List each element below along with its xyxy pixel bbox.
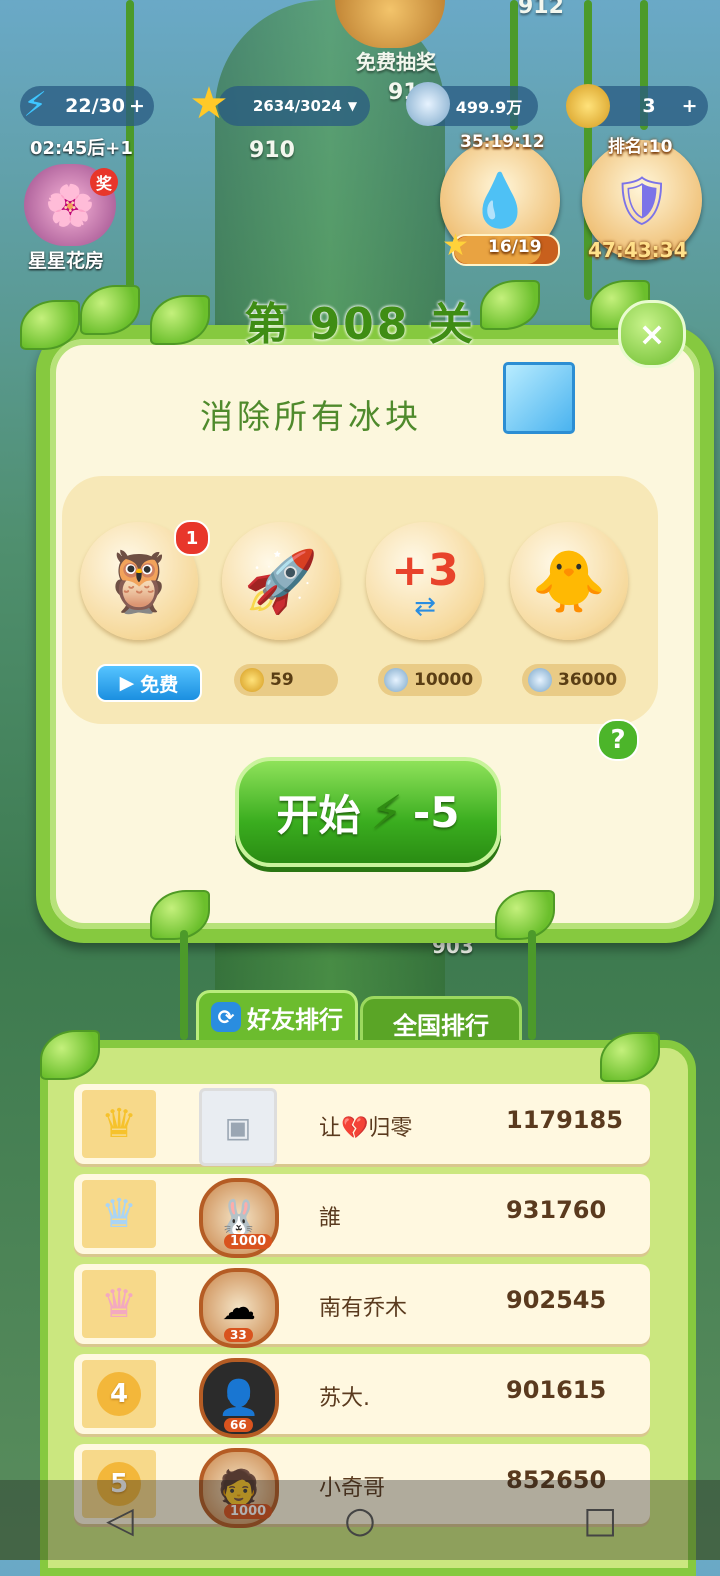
ranking-row[interactable]: ♛ ☁ 33 南有乔木 902545 — [74, 1264, 650, 1348]
plus-icon: + — [681, 95, 698, 117]
start-label: 开始 — [276, 790, 361, 840]
hanging-vine — [528, 930, 536, 1040]
system-nav-bar: ◁ ○ □ — [0, 1480, 720, 1560]
price-value: 59 — [270, 670, 294, 690]
free-lottery-label[interactable]: 免费抽奖 — [356, 46, 436, 75]
map-level-910[interactable]: 910 — [249, 138, 295, 163]
rank-cell: 4 — [82, 1360, 156, 1428]
rank-timer: 47:43:34 — [588, 238, 688, 262]
recents-square-icon: □ — [582, 1499, 617, 1541]
pet-price: 36000 — [522, 664, 626, 696]
start-button[interactable]: 开始 ⚡ -5 — [235, 757, 501, 867]
rank-cell: ♛ — [82, 1180, 156, 1248]
star-house-label[interactable]: 星星花房 — [28, 246, 104, 273]
moves-price: 10000 — [378, 664, 482, 696]
avatar-level-badge: 33 — [224, 1328, 253, 1342]
tab-friends-label: 好友排行 — [247, 1005, 343, 1034]
booster-count-badge: 1 — [174, 520, 210, 556]
video-icon: ▶ — [119, 672, 135, 694]
back-triangle-icon: ◁ — [106, 1499, 134, 1541]
silver-coin-icon — [384, 668, 408, 692]
player-name: 让💔归零 — [319, 1116, 413, 1141]
gold-crown-icon: ♛ — [101, 1101, 137, 1147]
firework-booster[interactable]: 🚀 — [222, 522, 340, 640]
potion-timer: 35:19:12 — [460, 132, 545, 152]
level-goal: 消除所有冰块 — [200, 397, 422, 436]
star-value: 2634/3024 — [252, 97, 342, 115]
coin-value: 499.9万 — [455, 98, 523, 117]
firework-price: 59 — [234, 664, 338, 696]
energy-value: 22/30 — [65, 95, 125, 117]
swap-arrows-icon: ⇄ — [414, 591, 436, 622]
firework-rocket-icon: 🚀 — [243, 546, 319, 617]
plus-icon: + — [128, 95, 145, 117]
winged-shield-icon: 🛡 — [611, 172, 673, 229]
tab-friends-ranking[interactable]: ⟳ 好友排行 — [196, 990, 358, 1044]
map-level-912[interactable]: 912 — [518, 0, 564, 19]
price-value: 10000 — [414, 670, 474, 690]
silver-crown-icon: ♛ — [101, 1191, 137, 1237]
level-title: 第 908 关 — [244, 299, 476, 350]
help-button[interactable]: ? — [597, 719, 639, 761]
gold-value: 3 — [642, 95, 656, 117]
avatar-level-badge: 1000 — [224, 1234, 273, 1249]
plus-three-moves-icon: +3 — [391, 544, 459, 596]
player-name: 南有乔木 — [319, 1296, 408, 1321]
free-video-button[interactable]: ▶ 免费 — [96, 664, 202, 702]
star-counter[interactable]: 2634/3024 ▼ — [218, 86, 370, 126]
avatar-level-badge: 66 — [224, 1418, 253, 1432]
gold-coin-icon — [240, 668, 264, 692]
avatar[interactable]: ▣ — [199, 1088, 277, 1166]
home-button[interactable]: ○ — [330, 1490, 390, 1550]
person-avatar-icon: 👤 — [217, 1378, 261, 1418]
star-icon: ★ — [189, 77, 229, 129]
ranking-row[interactable]: ♛ ▣ 让💔归零 1179185 — [74, 1084, 650, 1166]
close-button[interactable]: × — [618, 300, 686, 368]
rank-cell: ♛ — [82, 1090, 156, 1158]
star-icon: ★ — [442, 228, 469, 263]
refresh-icon: ⟳ — [211, 1002, 241, 1032]
player-name: 苏大. — [319, 1386, 370, 1411]
image-placeholder-icon: ▣ — [224, 1110, 252, 1144]
rank-label: 排名:10 — [608, 137, 673, 157]
player-name: 誰 — [319, 1206, 342, 1231]
cloud-avatar-icon: ☁ — [222, 1288, 256, 1328]
chevron-down-icon: ▼ — [347, 99, 358, 113]
back-button[interactable]: ◁ — [90, 1490, 150, 1550]
ice-block-icon — [503, 362, 575, 434]
hanging-vine — [180, 930, 188, 1040]
tab-national-label: 全国排行 — [393, 1011, 489, 1040]
start-cost: -5 — [412, 787, 460, 837]
pet-friends-booster[interactable]: 🐥 — [510, 522, 628, 640]
pet-friends-icon: 🐥 — [531, 546, 607, 617]
player-score: 901615 — [506, 1376, 607, 1404]
reward-badge: 奖 — [90, 168, 118, 196]
player-score: 902545 — [506, 1286, 607, 1314]
silver-coin-icon — [406, 82, 450, 126]
rank-cell: ♛ — [82, 1270, 156, 1338]
potion-progress: 16/19 — [488, 237, 542, 257]
bronze-crown-icon: ♛ — [101, 1281, 137, 1327]
ranking-row[interactable]: 4 👤 66 苏大. 901615 — [74, 1354, 650, 1438]
plus-three-moves-booster[interactable]: +3 ⇄ — [366, 522, 484, 640]
energy-timer: 02:45后+1 — [30, 138, 133, 159]
ranking-row[interactable]: ♛ 🐰 1000 誰 931760 — [74, 1174, 650, 1258]
rainbow-bird-icon: 🦉 — [101, 546, 177, 617]
player-score: 1179185 — [506, 1106, 623, 1134]
lightning-icon: ⚡ — [23, 85, 47, 125]
gold-coin-icon — [566, 84, 610, 128]
lightning-icon: ⚡ — [370, 785, 403, 839]
home-circle-icon: ○ — [344, 1499, 376, 1541]
recents-button[interactable]: □ — [570, 1490, 630, 1550]
bunny-avatar-icon: 🐰 — [217, 1198, 261, 1238]
free-label: 免费 — [140, 673, 179, 696]
player-score: 931760 — [506, 1196, 607, 1224]
price-value: 36000 — [558, 670, 618, 690]
rank-number: 4 — [97, 1372, 141, 1416]
silver-coin-icon — [528, 668, 552, 692]
water-drop-icon: 💧 — [467, 170, 533, 231]
